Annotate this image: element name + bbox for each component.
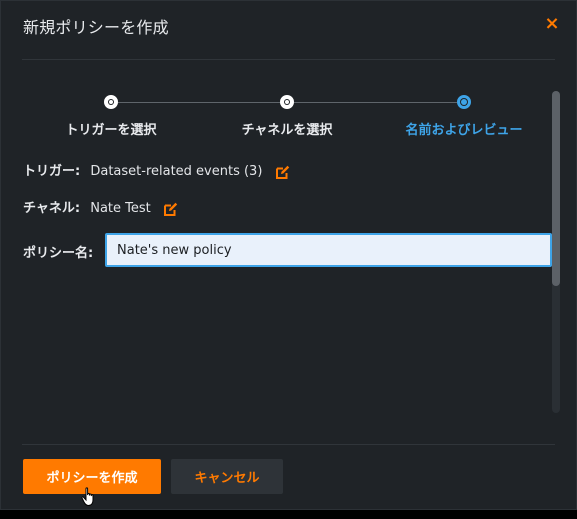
edit-channel-icon[interactable] [163, 201, 179, 217]
step-2-indicator [280, 95, 294, 109]
policy-name-input[interactable] [105, 233, 552, 267]
trigger-value: Dataset-related events (3) [90, 164, 263, 179]
step-2-label: チャネルを選択 [241, 123, 333, 138]
step-connector-2 [294, 102, 457, 103]
trigger-summary-row: トリガー: Dataset-related events (3) [23, 160, 291, 180]
step-1-indicator [104, 95, 118, 109]
header-divider [22, 59, 555, 60]
step-3-label: 名前およびレビュー [405, 123, 523, 138]
step-1-label: トリガーを選択 [65, 123, 157, 138]
policy-name-label: ポリシー名: [23, 246, 94, 261]
channel-label: チャネル: [23, 201, 81, 216]
footer-divider [22, 444, 555, 445]
trigger-label: トリガー: [23, 164, 81, 179]
channel-value: Nate Test [90, 201, 151, 216]
wizard-stepper: トリガーを選択 チャネルを選択 名前およびレビュー [1, 91, 577, 141]
step-connector-1 [118, 102, 281, 103]
channel-summary-row: チャネル: Nate Test [23, 197, 179, 217]
policy-name-row: ポリシー名: [23, 242, 93, 261]
cancel-button[interactable]: キャンセル [171, 459, 283, 494]
create-policy-button[interactable]: ポリシーを作成 [23, 459, 161, 494]
create-policy-dialog: 新規ポリシーを作成 × トリガーを選択 チャネルを選択 名前およびレビュー トリ… [0, 0, 577, 510]
step-3-indicator [457, 95, 471, 109]
edit-trigger-icon[interactable] [275, 164, 291, 180]
close-icon[interactable]: × [542, 13, 562, 35]
scrollbar-thumb[interactable] [552, 91, 560, 286]
dialog-title: 新規ポリシーを作成 [23, 18, 169, 37]
